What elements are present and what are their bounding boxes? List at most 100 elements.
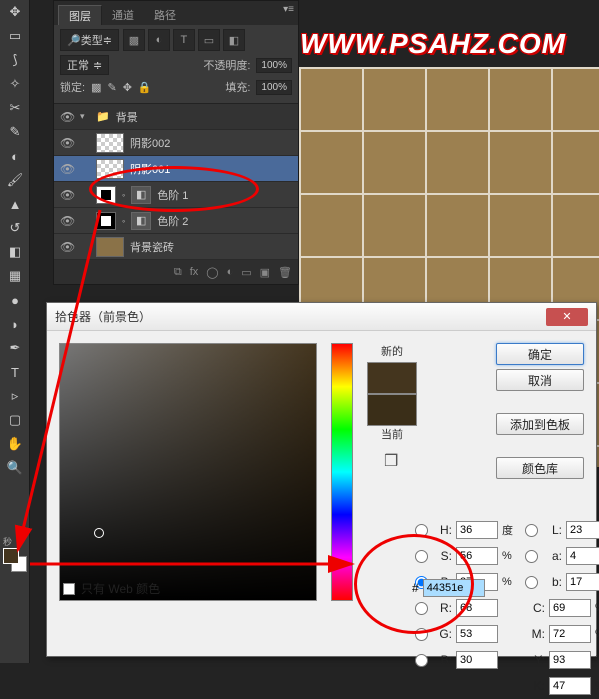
web-only-checkbox[interactable]: 只有 Web 颜色 xyxy=(63,580,160,597)
tab-channels[interactable]: 通道 xyxy=(102,5,144,25)
fx-icon[interactable]: fx xyxy=(190,266,199,278)
link-layers-icon[interactable]: ⧉ xyxy=(174,266,182,279)
lock-trans-icon[interactable]: ▩ xyxy=(91,81,101,94)
visibility-icon[interactable]: 👁 xyxy=(60,110,74,124)
hue-slider[interactable] xyxy=(331,343,353,601)
filter-pixel-icon[interactable]: ▩ xyxy=(123,29,145,51)
filter-smart-icon[interactable]: ◧ xyxy=(223,29,245,51)
shape-tool[interactable]: ▢ xyxy=(0,408,30,432)
layer-row-selected[interactable]: 👁 阴影001 xyxy=(54,156,298,182)
eraser-tool[interactable]: ◧ xyxy=(0,240,30,264)
hand-tool[interactable]: ✋ xyxy=(0,432,30,456)
heal-tool[interactable]: ◐ xyxy=(0,144,30,168)
lasso-tool[interactable]: ⟆ xyxy=(0,48,30,72)
color-swatch[interactable] xyxy=(3,548,27,572)
marquee-tool[interactable]: ▭ xyxy=(0,24,30,48)
blur-tool[interactable]: ● xyxy=(0,288,30,312)
visibility-icon[interactable]: 👁 xyxy=(60,214,74,228)
visibility-icon[interactable]: 👁 xyxy=(60,240,74,254)
watermark-text: WWW.PSAHZ.COM xyxy=(300,28,566,60)
stamp-tool[interactable]: ▲ xyxy=(0,192,30,216)
visibility-icon[interactable]: 👁 xyxy=(60,188,74,202)
tab-layers[interactable]: 图层 xyxy=(58,5,102,25)
bb-input[interactable] xyxy=(456,651,498,669)
sat-cursor xyxy=(94,528,104,538)
a-input[interactable] xyxy=(566,547,599,565)
h-input[interactable] xyxy=(456,521,498,539)
cube-icon[interactable]: ❒ xyxy=(384,451,400,467)
layer-row[interactable]: 👁 背景瓷砖 xyxy=(54,234,298,260)
path-tool[interactable]: ▹ xyxy=(0,384,30,408)
swatch-reset[interactable]: 秒 xyxy=(3,535,12,548)
r-radio[interactable] xyxy=(415,602,428,615)
s-input[interactable] xyxy=(456,547,498,565)
type-tool[interactable]: T xyxy=(0,360,30,384)
crop-tool[interactable]: ✂ xyxy=(0,96,30,120)
wand-tool[interactable]: ✧ xyxy=(0,72,30,96)
new-layer-icon[interactable]: ▣ xyxy=(260,266,270,279)
layer-row[interactable]: 👁 ◦ ◧ 色阶 2 xyxy=(54,208,298,234)
checkbox-icon[interactable] xyxy=(63,583,75,595)
gradient-tool[interactable]: ▦ xyxy=(0,264,30,288)
layer-name: 背景瓷砖 xyxy=(130,239,174,255)
b2-radio[interactable] xyxy=(525,576,538,589)
r-input[interactable] xyxy=(456,599,498,617)
opacity-label: 不透明度: xyxy=(203,57,250,73)
adjust-icon[interactable]: ◐ xyxy=(227,266,234,278)
cancel-button[interactable]: 取消 xyxy=(496,369,584,391)
layer-group[interactable]: 👁 ▾ 📁 背景 xyxy=(54,104,298,130)
history-brush-tool[interactable]: ↺ xyxy=(0,216,30,240)
b2-input[interactable] xyxy=(566,573,599,591)
group-collapse-icon[interactable]: ▾ xyxy=(80,111,90,122)
group-icon[interactable]: ▭ xyxy=(241,266,251,279)
h-radio[interactable] xyxy=(415,524,428,537)
hex-input[interactable] xyxy=(423,579,485,597)
move-tool[interactable]: ✥ xyxy=(0,0,30,24)
color-lib-button[interactable]: 颜色库 xyxy=(496,457,584,479)
lock-paint-icon[interactable]: ✎ xyxy=(107,81,116,94)
close-button[interactable]: ✕ xyxy=(546,308,588,326)
layer-filter-kind[interactable]: 🔎 类型 ≑ xyxy=(60,29,119,51)
zoom-tool[interactable]: 🔍 xyxy=(0,456,30,480)
y-input[interactable] xyxy=(549,651,591,669)
layer-row[interactable]: 👁 ◦ ◧ 色阶 1 xyxy=(54,182,298,208)
lock-all-icon[interactable]: 🔒 xyxy=(138,81,152,94)
bb-radio[interactable] xyxy=(415,654,428,667)
fill-value[interactable]: 100% xyxy=(256,80,292,95)
filter-adjust-icon[interactable]: ◐ xyxy=(148,29,170,51)
ok-button[interactable]: 确定 xyxy=(496,343,584,365)
dodge-tool[interactable]: ◗ xyxy=(0,312,30,336)
opacity-value[interactable]: 100% xyxy=(256,58,292,73)
lock-pos-icon[interactable]: ✥ xyxy=(123,81,132,94)
foreground-swatch[interactable] xyxy=(3,548,19,564)
brush-tool[interactable]: 🖌 xyxy=(0,168,30,192)
layer-row[interactable]: 👁 阴影002 xyxy=(54,130,298,156)
m-input[interactable] xyxy=(549,625,591,643)
blend-mode-select[interactable]: 正常 ≑ xyxy=(60,55,109,75)
filter-type-icon[interactable]: T xyxy=(173,29,195,51)
a-radio[interactable] xyxy=(525,550,538,563)
k-input[interactable] xyxy=(549,677,591,695)
new-color-preview xyxy=(367,362,417,394)
add-swatch-button[interactable]: 添加到色板 xyxy=(496,413,584,435)
panel-menu-icon[interactable]: ▾≡ xyxy=(283,4,294,15)
saturation-field[interactable] xyxy=(59,343,317,601)
y-unit: % xyxy=(595,654,599,666)
pen-tool[interactable]: ✒ xyxy=(0,336,30,360)
s-radio[interactable] xyxy=(415,550,428,563)
g-radio[interactable] xyxy=(415,628,428,641)
visibility-icon[interactable]: 👁 xyxy=(60,136,74,150)
tab-paths[interactable]: 路径 xyxy=(144,5,186,25)
trash-icon[interactable]: 🗑 xyxy=(278,266,292,279)
c-input[interactable] xyxy=(549,599,591,617)
filter-shape-icon[interactable]: ▭ xyxy=(198,29,220,51)
layer-mask xyxy=(96,212,116,230)
eyedropper-tool[interactable]: ✎ xyxy=(0,120,30,144)
g-input[interactable] xyxy=(456,625,498,643)
l-input[interactable] xyxy=(566,521,599,539)
current-color-preview[interactable] xyxy=(367,394,417,426)
dialog-titlebar[interactable]: 拾色器（前景色） ✕ xyxy=(47,303,596,331)
mask-icon[interactable]: ◯ xyxy=(206,266,218,279)
l-radio[interactable] xyxy=(525,524,538,537)
visibility-icon[interactable]: 👁 xyxy=(60,162,74,176)
